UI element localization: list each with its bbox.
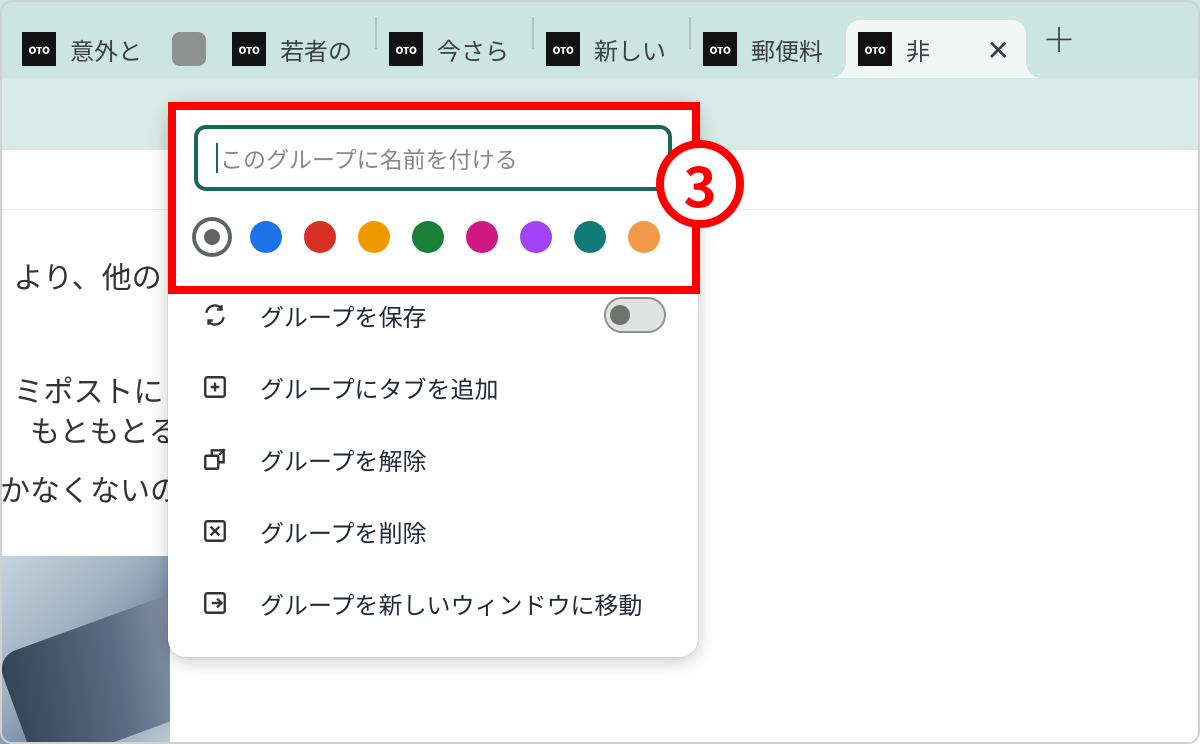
tab-3[interactable]: oᴛo 新しい [534, 20, 689, 78]
menu-item-add-tab[interactable]: グループにタブを追加 [168, 351, 698, 423]
tab-group-context-menu: このグループに名前を付ける グループを保存 グループにタブを追加 [168, 103, 698, 657]
menu-item-delete-group[interactable]: グループを削除 [168, 495, 698, 567]
tab-group-chip[interactable] [158, 20, 220, 78]
tab-title: 今さら [437, 32, 509, 67]
favicon-icon: oᴛo [703, 32, 737, 66]
group-color-chip-icon [172, 32, 206, 66]
menu-item-save-group[interactable]: グループを保存 [168, 279, 698, 351]
delete-box-icon [200, 516, 230, 546]
tab-4[interactable]: oᴛo 郵便料 [691, 20, 846, 78]
menu-label: グループを解除 [260, 442, 427, 477]
color-swatch-red[interactable] [304, 221, 336, 253]
new-tab-button[interactable]: ＋ [1034, 12, 1084, 62]
tab-1[interactable]: oᴛo 若者の [220, 20, 375, 78]
tab-title: 新しい [594, 32, 666, 67]
tab-title: 意外と [70, 32, 142, 67]
favicon-icon: oᴛo [389, 32, 423, 66]
favicon-icon: oᴛo [546, 32, 580, 66]
save-group-toggle[interactable] [604, 297, 666, 333]
page-text-fragment: もともとる かなくないの [0, 400, 180, 517]
tab-2[interactable]: oᴛo 今さら [377, 20, 532, 78]
page-text-fragment: より、他の ミポストに [0, 190, 163, 418]
close-tab-icon[interactable]: ✕ [983, 29, 1014, 69]
tab-title: 若者の [280, 32, 352, 67]
color-swatch-green[interactable] [412, 221, 444, 253]
favicon-icon: oᴛo [232, 32, 266, 66]
color-swatch-yellow[interactable] [358, 221, 390, 253]
ungroup-icon [200, 444, 230, 474]
color-swatch-pink[interactable] [466, 221, 498, 253]
add-box-icon [200, 372, 230, 402]
favicon-icon: oᴛo [858, 32, 892, 66]
browser-tab-strip: oᴛo 意外と oᴛo 若者の oᴛo 今さら oᴛo 新しい oᴛo 郵便料 … [0, 0, 1200, 78]
menu-item-move-to-window[interactable]: グループを新しいウィンドウに移動 [168, 567, 698, 639]
menu-label: グループを保存 [260, 298, 427, 333]
favicon-icon: oᴛo [22, 32, 56, 66]
menu-item-ungroup[interactable]: グループを解除 [168, 423, 698, 495]
tab-0[interactable]: oᴛo 意外と [10, 20, 158, 78]
group-name-input[interactable]: このグループに名前を付ける [194, 125, 672, 191]
menu-label: グループにタブを追加 [260, 370, 499, 405]
group-name-placeholder: このグループに名前を付ける [220, 141, 518, 175]
group-color-picker [194, 221, 672, 253]
tab-title: 非 [906, 32, 930, 67]
color-swatch-teal[interactable] [574, 221, 606, 253]
menu-label: グループを削除 [260, 514, 427, 549]
color-swatch-grey[interactable] [196, 221, 228, 253]
menu-label: グループを新しいウィンドウに移動 [260, 586, 643, 621]
color-swatch-orange[interactable] [628, 221, 660, 253]
move-window-icon [200, 588, 230, 618]
sync-icon [200, 300, 230, 330]
tab-title: 郵便料 [751, 32, 823, 67]
color-swatch-purple[interactable] [520, 221, 552, 253]
page-image-fragment [0, 556, 170, 744]
color-swatch-blue[interactable] [250, 221, 282, 253]
plus-icon: ＋ [1042, 13, 1076, 62]
tab-5-active[interactable]: oᴛo 非 ✕ [846, 20, 1026, 78]
